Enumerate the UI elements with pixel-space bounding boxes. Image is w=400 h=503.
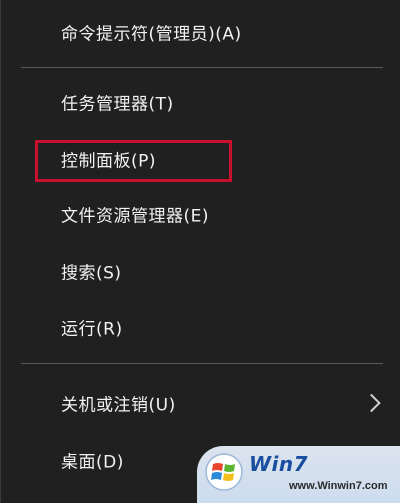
chevron-right-icon (362, 393, 381, 413)
menu-item-label: 控制面板(P) (61, 151, 157, 172)
menu-item-label: 运行(R) (61, 319, 123, 340)
watermark-url: www.Winwin7.com (289, 480, 388, 492)
menu-item-label: 搜索(S) (61, 263, 122, 284)
menu-separator (21, 67, 383, 68)
menu-item-file-explorer[interactable]: 文件资源管理器(E) (1, 194, 400, 234)
menu-item-label: 任务管理器(T) (61, 94, 174, 115)
site-watermark: Win7 www.Winwin7.com (197, 446, 400, 503)
menu-item-command-prompt-admin[interactable]: 命令提示符(管理员)(A) (1, 12, 400, 52)
menu-item-label: 文件资源管理器(E) (61, 206, 210, 227)
context-menu: 命令提示符(管理员)(A) 任务管理器(T) 控制面板(P) 文件资源管理器(E… (0, 0, 400, 503)
menu-item-run[interactable]: 运行(R) (1, 307, 400, 347)
windows-flag-icon (205, 453, 243, 491)
menu-separator (21, 363, 383, 364)
menu-item-label: 桌面(D) (61, 452, 124, 473)
menu-item-search[interactable]: 搜索(S) (1, 251, 400, 291)
menu-item-label: 关机或注销(U) (61, 395, 176, 416)
menu-item-shutdown-signout[interactable]: 关机或注销(U) (1, 383, 400, 423)
watermark-brand: Win7 (249, 452, 309, 476)
menu-item-control-panel[interactable]: 控制面板(P) (1, 139, 400, 179)
menu-item-task-manager[interactable]: 任务管理器(T) (1, 82, 400, 122)
menu-item-label: 命令提示符(管理员)(A) (61, 24, 242, 45)
